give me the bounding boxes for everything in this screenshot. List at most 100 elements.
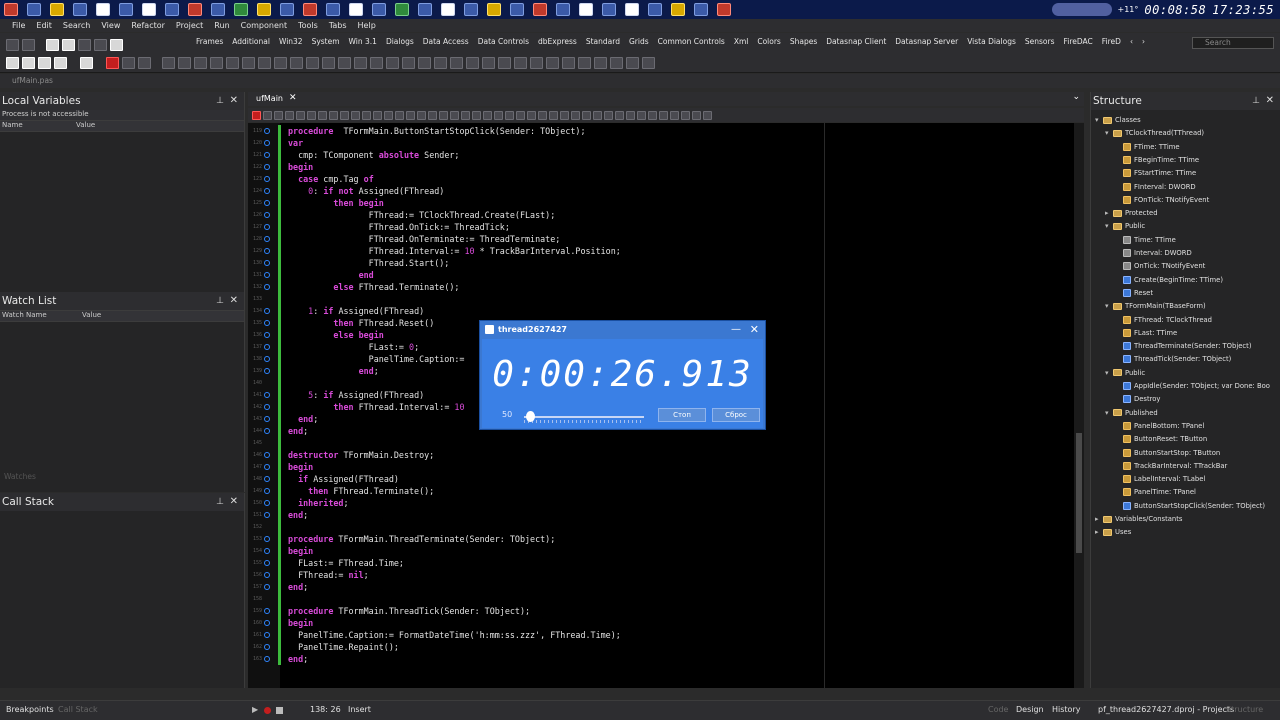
align-icon[interactable] (210, 57, 223, 69)
pin-icon[interactable]: ⊥ (216, 292, 224, 310)
tool-icon[interactable] (494, 110, 503, 120)
align-icon[interactable] (306, 57, 319, 69)
palette-tab[interactable]: Dialogs (386, 37, 423, 46)
app-icon[interactable] (533, 3, 547, 16)
palette-tab[interactable]: Shapes (790, 37, 826, 46)
tree-node[interactable]: Reset (1115, 287, 1153, 299)
tree-node[interactable]: Create(BeginTime: TTime) (1115, 274, 1223, 286)
code-line[interactable]: begin (288, 617, 313, 629)
align-icon[interactable] (610, 57, 623, 69)
tree-node[interactable]: ▸ Protected (1105, 207, 1158, 219)
code-line[interactable]: end; (288, 509, 308, 521)
close-icon[interactable]: ✕ (230, 493, 238, 511)
breakpoint-marker-icon[interactable] (264, 632, 270, 638)
align-icon[interactable] (450, 57, 463, 69)
code-line[interactable]: case cmp.Tag of (288, 173, 374, 185)
tree-node[interactable]: PanelTime: TPanel (1115, 486, 1196, 498)
align-icon[interactable] (466, 57, 479, 69)
breakpoint-marker-icon[interactable] (264, 584, 270, 590)
app-icon[interactable] (4, 3, 18, 16)
breakpoint-marker-icon[interactable] (264, 332, 270, 338)
app-icon[interactable] (717, 3, 731, 16)
menu-tools[interactable]: Tools (298, 21, 318, 30)
align-icon[interactable] (498, 57, 511, 69)
code-line[interactable]: PanelTime.Caption:= FormatDateTime('h:mm… (288, 629, 621, 641)
tool-icon[interactable] (593, 110, 602, 120)
paste-icon[interactable] (38, 57, 51, 69)
code-line[interactable]: end; (288, 413, 318, 425)
menu-view[interactable]: View (101, 21, 120, 30)
app-icon[interactable] (257, 3, 271, 16)
expand-toggle-icon[interactable]: ▾ (1095, 114, 1103, 126)
tool-icon[interactable] (670, 110, 679, 120)
pin-icon[interactable]: ⊥ (216, 92, 224, 110)
breakpoint-marker-icon[interactable] (264, 452, 270, 458)
align-icon[interactable] (418, 57, 431, 69)
tree-node[interactable]: FInterval: DWORD (1115, 181, 1196, 193)
breakpoint-marker-icon[interactable] (264, 356, 270, 362)
tool-icon[interactable] (659, 110, 668, 120)
code-line[interactable]: if Assigned(FThread) (288, 473, 399, 485)
tool-icon[interactable] (461, 110, 470, 120)
record-icon[interactable] (264, 707, 271, 714)
breakpoint-marker-icon[interactable] (264, 164, 270, 170)
tool-icon[interactable] (263, 110, 272, 120)
taskbar-search[interactable] (1051, 3, 1112, 16)
expand-toggle-icon[interactable]: ▸ (1095, 526, 1103, 538)
play-icon[interactable]: ▶ (252, 705, 258, 714)
tree-node[interactable]: FBeginTime: TTime (1115, 154, 1199, 166)
step-icon[interactable] (122, 57, 135, 69)
close-tab-icon[interactable]: ✕ (289, 93, 297, 103)
code-line[interactable]: FLast:= FThread.Time; (288, 557, 404, 569)
tool-icon[interactable] (582, 110, 591, 120)
code-line[interactable]: FThread:= nil; (288, 569, 369, 581)
code-tab[interactable]: Code (988, 705, 1008, 714)
code-line[interactable]: procedure TFormMain.ThreadTerminate(Send… (288, 533, 555, 545)
tool-icon[interactable] (428, 110, 437, 120)
chevron-down-icon[interactable]: ⌄ (1072, 92, 1080, 102)
breakpoint-marker-icon[interactable] (264, 464, 270, 470)
app-icon[interactable] (119, 3, 133, 16)
code-line[interactable]: FLast:= 0; (288, 341, 419, 353)
app-icon[interactable] (73, 3, 87, 16)
expand-toggle-icon[interactable]: ▾ (1105, 220, 1113, 232)
code-line[interactable]: destructor TFormMain.Destroy; (288, 449, 434, 461)
tool-icon[interactable] (395, 110, 404, 120)
tree-node[interactable]: FOnTick: TNotifyEvent (1115, 194, 1209, 206)
code-line[interactable]: FThread.OnTerminate:= ThreadTerminate; (288, 233, 561, 245)
tool-icon[interactable] (538, 110, 547, 120)
scrollbar-thumb[interactable] (1076, 433, 1082, 553)
palette-tab[interactable]: Win32 (279, 37, 312, 46)
app-icon[interactable] (487, 3, 501, 16)
tool-icon[interactable] (472, 110, 481, 120)
pin-icon[interactable]: ⊥ (216, 493, 224, 511)
breakpoint-marker-icon[interactable] (264, 572, 270, 578)
tree-node[interactable]: ▾ Public (1105, 220, 1145, 232)
align-icon[interactable] (578, 57, 591, 69)
tool-icon[interactable] (615, 110, 624, 120)
app-icon[interactable] (579, 3, 593, 16)
tree-node[interactable]: FThread: TClockThread (1115, 314, 1212, 326)
code-line[interactable]: FThread.Start(); (288, 257, 450, 269)
align-icon[interactable] (642, 57, 655, 69)
column-header[interactable]: Value (80, 311, 101, 321)
code-line[interactable]: var (288, 137, 303, 149)
align-icon[interactable] (386, 57, 399, 69)
menu-search[interactable]: Search (63, 21, 90, 30)
palette-tab[interactable]: FireDAC (1064, 37, 1102, 46)
tool-icon[interactable] (362, 110, 371, 120)
code-line[interactable]: else begin (288, 329, 383, 341)
code-line[interactable]: then begin (288, 197, 383, 209)
menu-refactor[interactable]: Refactor (131, 21, 165, 30)
breakpoint-marker-icon[interactable] (264, 488, 270, 494)
tool-icon[interactable] (373, 110, 382, 120)
tool-icon[interactable] (450, 110, 459, 120)
breakpoint-marker-icon[interactable] (264, 608, 270, 614)
expand-toggle-icon[interactable]: ▾ (1105, 367, 1113, 379)
breakpoint-marker-icon[interactable] (264, 284, 270, 290)
run-icon[interactable] (138, 57, 151, 69)
align-icon[interactable] (482, 57, 495, 69)
breakpoint-marker-icon[interactable] (264, 536, 270, 542)
palette-tab[interactable]: Additional (232, 37, 279, 46)
align-icon[interactable] (338, 57, 351, 69)
